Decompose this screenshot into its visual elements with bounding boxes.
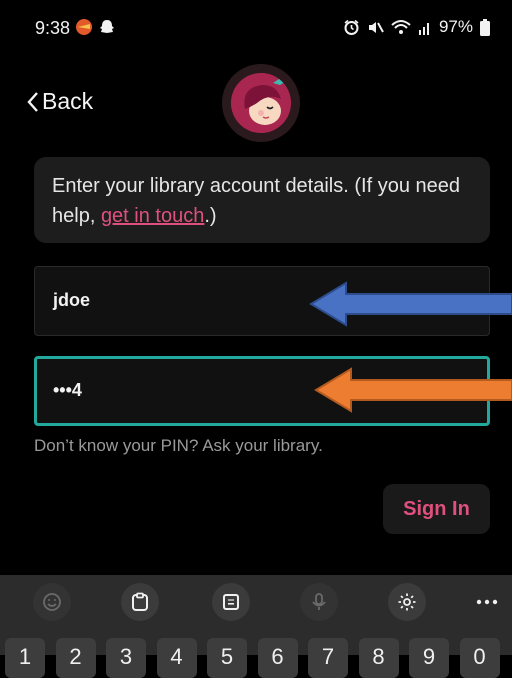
chevron-left-icon xyxy=(27,91,38,112)
keypad-button[interactable] xyxy=(212,583,250,621)
battery-percent: 97% xyxy=(438,17,473,36)
signal-icon xyxy=(418,22,429,35)
app-notification-icon xyxy=(76,19,92,35)
info-text-end: .) xyxy=(204,205,217,227)
more-button[interactable] xyxy=(472,587,502,617)
get-in-touch-link[interactable]: get in touch xyxy=(101,205,204,227)
key-2[interactable]: 2 xyxy=(55,638,96,678)
alarm-icon xyxy=(344,19,359,35)
status-notification-icons xyxy=(75,18,116,36)
snapchat-icon xyxy=(100,20,114,33)
status-right: 97% xyxy=(343,17,490,37)
number-row: 1234567890 xyxy=(0,630,512,678)
keyboard-settings-button[interactable] xyxy=(388,583,426,621)
back-label: Back xyxy=(42,88,94,114)
battery-icon xyxy=(480,18,490,36)
clipboard-icon xyxy=(132,592,148,611)
key-5[interactable]: 5 xyxy=(207,638,247,678)
status-time: 9:38 xyxy=(35,18,71,38)
emoji-button[interactable] xyxy=(33,583,71,621)
key-8[interactable]: 8 xyxy=(358,638,399,678)
pin-hint: Don’t know your PIN? Ask your library. xyxy=(34,436,323,455)
sign-in-button[interactable]: Sign In xyxy=(383,484,490,534)
libby-face-icon xyxy=(231,73,291,133)
info-message: Enter your library account details. (If … xyxy=(34,157,490,243)
wifi-icon xyxy=(391,19,411,34)
key-3[interactable]: 3 xyxy=(106,638,146,678)
key-6[interactable]: 6 xyxy=(257,638,298,678)
more-icon xyxy=(476,599,498,605)
key-0[interactable]: 0 xyxy=(459,638,500,678)
libby-logo xyxy=(231,73,291,133)
blue-arrow-annotation xyxy=(309,281,512,327)
username-value: jdoe xyxy=(53,290,91,310)
orange-arrow-annotation xyxy=(314,367,512,413)
keypad-icon xyxy=(223,594,239,610)
clipboard-button[interactable] xyxy=(121,583,159,621)
pin-value: •••4 xyxy=(53,380,82,400)
back-button[interactable]: Back xyxy=(26,88,93,115)
settings-icon xyxy=(398,593,416,611)
key-9[interactable]: 9 xyxy=(409,638,449,678)
microphone-button[interactable] xyxy=(300,583,338,621)
key-1[interactable]: 1 xyxy=(5,638,45,678)
emoji-icon xyxy=(43,593,61,611)
mute-icon xyxy=(368,21,384,33)
microphone-icon xyxy=(312,593,326,610)
key-4[interactable]: 4 xyxy=(156,638,197,678)
keyboard-toolbar xyxy=(0,575,512,630)
key-7[interactable]: 7 xyxy=(308,638,348,678)
